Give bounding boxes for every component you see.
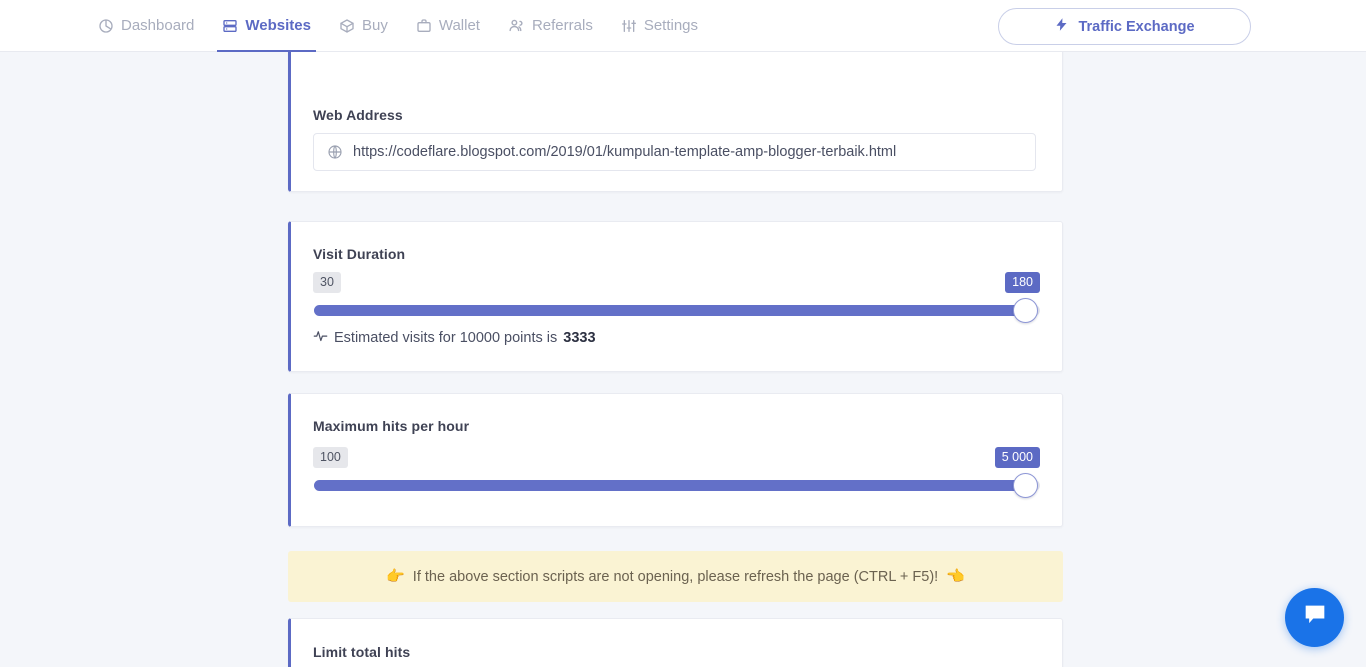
max-hits-title: Maximum hits per hour <box>313 418 470 434</box>
visit-duration-estimate-value: 3333 <box>563 329 596 346</box>
nav-item-referrals[interactable]: Referrals <box>494 0 607 52</box>
chat-bubble-icon <box>1301 601 1329 634</box>
lightning-icon <box>1054 17 1069 36</box>
nav-item-websites[interactable]: Websites <box>208 0 325 52</box>
visit-duration-title: Visit Duration <box>313 246 406 262</box>
page-content: Web Address https://codeflare.blogspot.c… <box>0 52 1366 667</box>
visit-duration-min-badge: 30 <box>313 272 341 293</box>
visit-duration-estimate-text: Estimated visits for 10000 points is <box>334 329 558 346</box>
nav-label: Referrals <box>531 17 593 34</box>
nav-item-dashboard[interactable]: Dashboard <box>84 0 208 52</box>
box-icon <box>339 18 355 34</box>
top-navigation-bar: Dashboard Websites Buy Wallet Referrals … <box>0 0 1366 52</box>
visit-duration-estimate: Estimated visits for 10000 points is 333… <box>313 328 596 347</box>
traffic-exchange-label: Traffic Exchange <box>1078 18 1195 35</box>
max-hits-card: Maximum hits per hour 100 5 000 <box>288 393 1063 527</box>
main-nav: Dashboard Websites Buy Wallet Referrals … <box>84 0 712 52</box>
refresh-notice-banner: 👉 If the above section scripts are not o… <box>288 551 1063 602</box>
web-address-card: Web Address https://codeflare.blogspot.c… <box>288 52 1063 192</box>
users-icon <box>508 17 525 34</box>
nav-label: Dashboard <box>121 17 195 34</box>
nav-label: Wallet <box>438 17 480 34</box>
refresh-notice-text: If the above section scripts are not ope… <box>412 568 939 585</box>
nav-item-buy[interactable]: Buy <box>325 0 402 52</box>
globe-icon <box>327 144 343 160</box>
max-hits-min-badge: 100 <box>313 447 348 468</box>
visit-duration-slider[interactable] <box>314 298 1040 323</box>
nav-item-settings[interactable]: Settings <box>607 0 712 52</box>
web-address-input[interactable]: https://codeflare.blogspot.com/2019/01/k… <box>313 133 1036 171</box>
chat-widget-button[interactable] <box>1285 588 1344 647</box>
nav-label: Websites <box>245 17 311 34</box>
visit-duration-slider-fill <box>314 305 1026 316</box>
limit-total-hits-title: Limit total hits <box>313 644 411 660</box>
visit-duration-slider-thumb[interactable] <box>1012 298 1038 323</box>
visit-duration-max-badge: 180 <box>1005 272 1040 293</box>
max-hits-slider[interactable] <box>314 473 1040 498</box>
briefcase-icon <box>416 18 432 34</box>
limit-total-hits-card: Limit total hits Unlimited Limited <box>288 618 1063 667</box>
web-address-title: Web Address <box>313 107 403 123</box>
sliders-icon <box>621 18 637 34</box>
pointing-hand-right-icon: 👈 <box>946 568 965 585</box>
nav-item-wallet[interactable]: Wallet <box>402 0 494 52</box>
max-hits-slider-fill <box>314 480 1026 491</box>
max-hits-slider-thumb[interactable] <box>1012 473 1038 498</box>
web-address-value: https://codeflare.blogspot.com/2019/01/k… <box>353 144 897 160</box>
activity-pulse-icon <box>313 328 328 347</box>
nav-label: Settings <box>643 17 699 34</box>
nav-label: Buy <box>361 17 388 34</box>
pointing-hand-left-icon: 👉 <box>386 568 405 585</box>
server-icon <box>222 18 238 34</box>
pie-chart-icon <box>98 18 114 34</box>
max-hits-max-badge: 5 000 <box>994 447 1040 468</box>
visit-duration-card: Visit Duration 30 180 Estimated visits f… <box>288 221 1063 372</box>
traffic-exchange-button[interactable]: Traffic Exchange <box>998 8 1251 45</box>
